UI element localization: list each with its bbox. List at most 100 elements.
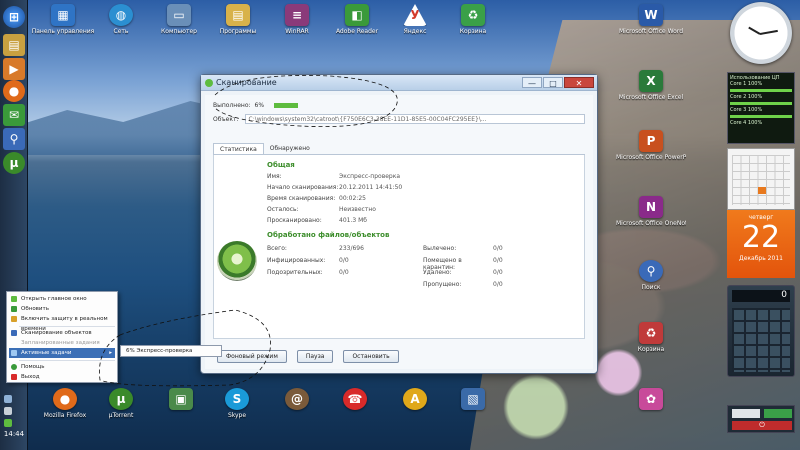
desktop-icon-excel[interactable]: X Microsoft Office Excel <box>616 70 686 101</box>
active-tasks-submenu[interactable]: 6% Экспресс-проверка <box>120 345 222 357</box>
road-sign-icon: У <box>403 4 427 26</box>
clock-gadget[interactable] <box>730 2 792 64</box>
desktop-icon-recycle-bin[interactable]: ♻ Корзина <box>438 4 508 35</box>
stat-infected: Инфицированных: 0/0 <box>267 257 349 264</box>
tasks-icon <box>11 350 17 356</box>
update-icon <box>11 306 17 312</box>
shutdown-gadget: ⏻ <box>727 405 795 433</box>
flower-icon: ✿ <box>639 388 663 410</box>
computer-icon: ▭ <box>167 4 191 26</box>
tray-volume-icon[interactable] <box>4 407 12 415</box>
maximize-button[interactable]: □ <box>543 77 563 88</box>
shield-icon <box>11 296 17 302</box>
winrar-icon: ≡ <box>285 4 309 26</box>
search-icon[interactable]: ⚲ <box>3 128 25 150</box>
general-section-title: Общая <box>267 161 295 169</box>
window-title: Сканирование <box>216 78 277 87</box>
media-icon[interactable]: ▶ <box>3 58 25 80</box>
background-mode-button[interactable]: Фоновый режим <box>217 350 287 363</box>
utorrent-icon[interactable]: µ <box>3 152 25 174</box>
desktop-icon-photo[interactable]: ▧ <box>438 388 508 412</box>
menu-help[interactable]: Помощь <box>9 362 115 372</box>
recycle-bin-icon: ♻ <box>461 4 485 26</box>
submenu-arrow-icon: ▸ <box>109 350 112 356</box>
stat-cured: Вылечено: 0/0 <box>423 245 503 252</box>
powerpoint-icon: P <box>639 130 663 152</box>
tab-statistics[interactable]: Статистика <box>213 143 264 154</box>
calendar-gadget[interactable] <box>727 148 795 210</box>
stat-total: Всего: 233/696 <box>267 245 364 252</box>
calculator-keypad[interactable] <box>732 308 790 372</box>
menu-separator <box>19 360 115 361</box>
desktop-icon-onenote[interactable]: N Microsoft Office OneNote <box>616 196 686 227</box>
stat-skipped: Пропущено: 0/0 <box>423 281 503 288</box>
desktop-icon-word[interactable]: W Microsoft Office Word <box>616 4 686 35</box>
scan-window: Сканирование — □ ✕ Выполнено: 6% Объект:… <box>200 74 598 374</box>
tray-network-icon[interactable] <box>4 395 12 403</box>
menu-scan-objects[interactable]: Сканирование объектов <box>9 328 115 338</box>
recycle-bin-icon: ♻ <box>639 322 663 344</box>
cpu-bar <box>730 115 792 118</box>
control-panel-icon: ▦ <box>51 4 75 26</box>
menu-enable-realtime[interactable]: Включить защиту в реальном времени <box>9 314 115 332</box>
firefox-icon[interactable]: ● <box>3 80 25 102</box>
stop-button[interactable]: Остановить <box>343 350 399 363</box>
exit-icon <box>11 374 17 380</box>
skype-icon: S <box>225 388 249 410</box>
start-button[interactable]: ⊞ <box>3 6 25 28</box>
cpu-bar <box>730 102 792 105</box>
stat-deleted: Удалено: 0/0 <box>423 269 503 276</box>
onenote-icon: N <box>639 196 663 218</box>
folder-icon[interactable]: ▤ <box>3 34 25 56</box>
stat-remaining: Осталось: Неизвестно <box>267 206 376 213</box>
scan-icon <box>11 330 17 336</box>
phone-icon: ☎ <box>343 388 367 410</box>
search-icon: ⚲ <box>639 260 663 282</box>
switch-user-button[interactable] <box>764 409 792 418</box>
tray-antivirus-icon[interactable] <box>4 419 12 427</box>
window-body: Выполнено: 6% Объект: C:\windows\system3… <box>205 95 593 369</box>
power-icon[interactable]: ⏻ <box>732 421 792 430</box>
calculator-display: 0 <box>732 290 790 302</box>
firefox-icon: ● <box>53 388 77 410</box>
calendar-today-marker <box>758 187 766 194</box>
stat-suspicious: Подозрительных: 0/0 <box>267 269 349 276</box>
processed-section-title: Обработано файлов/объектов <box>267 231 390 239</box>
calendar-grid <box>732 155 790 205</box>
snail-icon: @ <box>285 388 309 410</box>
stat-scanned: Просканировано: 401.3 Мб <box>267 217 367 224</box>
stat-scan-time: Время сканирования: 00:02:25 <box>267 195 366 202</box>
taskbar-clock[interactable]: 14:44 <box>2 430 26 438</box>
desktop-icon-search[interactable]: ⚲ Поиск <box>616 260 686 291</box>
tab-detected[interactable]: Обнаружено <box>264 143 316 154</box>
desktop-icon-powerpoint[interactable]: P Microsoft Office PowerPoint <box>616 130 686 161</box>
pause-button[interactable]: Пауза <box>296 350 334 363</box>
progress-value: 6% <box>254 101 265 109</box>
outlook-icon[interactable]: ✉ <box>3 104 25 126</box>
minimize-button[interactable]: — <box>522 77 542 88</box>
photo-icon: ▧ <box>461 388 485 410</box>
cpu-meter-gadget[interactable]: Использование ЦП Core 1 100% Core 2 100%… <box>727 72 795 144</box>
calculator-gadget[interactable]: 0 <box>727 285 795 377</box>
stat-name: Имя: Экспресс-проверка <box>267 173 401 180</box>
cpu-bar <box>730 89 792 92</box>
menu-active-tasks[interactable]: Активные задачи ▸ <box>9 348 115 358</box>
menu-scheduled-tasks[interactable]: Запланированные задания <box>9 338 115 348</box>
stat-start-time: Начало сканирования: 20.12.2011 14:41:50 <box>267 184 403 191</box>
network-icon: ◍ <box>109 4 133 26</box>
menu-update[interactable]: Обновить <box>9 304 115 314</box>
date-gadget[interactable]: четверг 22 Декабрь 2011 <box>727 210 795 278</box>
help-icon <box>11 364 17 370</box>
desktop-icon-flower[interactable]: ✿ <box>616 388 686 412</box>
menu-exit[interactable]: Выход <box>9 372 115 382</box>
close-button[interactable]: ✕ <box>564 77 594 88</box>
desktop-icon-recycle-bin-2[interactable]: ♻ Корзина <box>616 322 686 353</box>
scan-radar-icon <box>217 241 257 281</box>
object-value: C:\windows\system32\catroot\{F750E6C3-38… <box>244 114 585 124</box>
reader-icon: ◧ <box>345 4 369 26</box>
progress-label: Выполнено: <box>213 101 251 109</box>
realtime-icon <box>11 316 17 322</box>
lock-button[interactable] <box>732 409 760 418</box>
menu-open-main-window[interactable]: Открыть главное окно <box>9 294 115 304</box>
window-footer: Фоновый режим Пауза Остановить <box>217 350 399 363</box>
